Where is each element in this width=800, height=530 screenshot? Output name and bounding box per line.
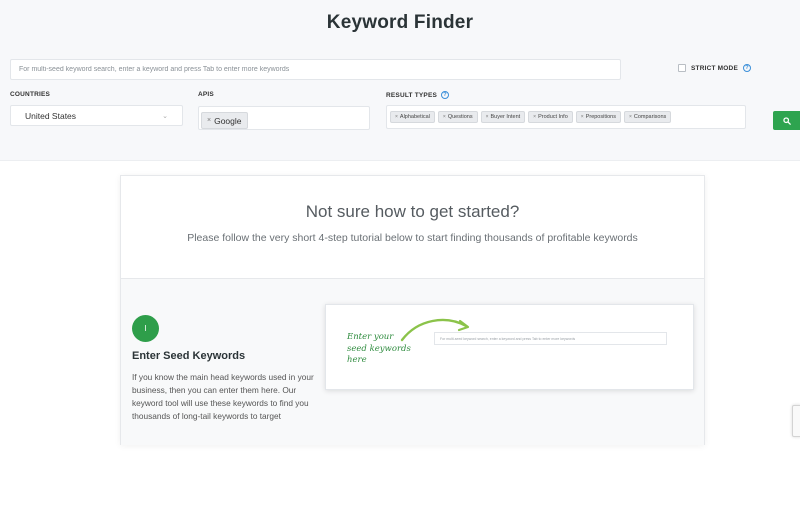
strict-mode-toggle[interactable]: STRICT MODE ? xyxy=(678,64,751,72)
apis-label-text: APIS xyxy=(198,91,214,98)
page-title: Keyword Finder xyxy=(326,12,474,33)
remove-tag-icon[interactable]: × xyxy=(443,114,446,120)
countries-label-text: COUNTRIES xyxy=(10,91,51,98)
result-type-tag[interactable]: × Product Info xyxy=(528,111,573,123)
search-panel: Keyword Finder STRICT MODE ? COUNTRIES U… xyxy=(0,0,800,161)
help-icon[interactable]: ? xyxy=(441,91,450,99)
tutorial-title: Not sure how to get started? xyxy=(305,202,520,221)
result-types-label-text: RESULT TYPES xyxy=(386,91,438,99)
api-tag[interactable]: × Google xyxy=(201,112,248,129)
search-icon xyxy=(782,116,791,125)
step-preview-image: Enter your seed keywords here For multi-… xyxy=(325,304,694,390)
result-type-label: Buyer Intent xyxy=(490,114,521,120)
result-type-label: Questions xyxy=(447,114,473,120)
apis-label: APIS xyxy=(198,91,214,98)
result-type-tag[interactable]: × Prepositions xyxy=(575,111,621,123)
seed-keyword-input[interactable] xyxy=(10,59,621,80)
tutorial-subtitle: Please follow the very short 4-step tuto… xyxy=(187,232,638,244)
handwriting-line: Enter your xyxy=(347,332,394,342)
result-types-multiselect[interactable]: × Alphabetical × Questions × Buyer Intent ×… xyxy=(386,105,746,129)
country-selected-value: United States xyxy=(25,110,77,121)
apis-multiselect[interactable]: × Google xyxy=(198,106,370,130)
remove-tag-icon[interactable]: × xyxy=(581,114,584,120)
recaptcha-badge[interactable] xyxy=(792,405,800,437)
result-type-tag[interactable]: × Alphabetical xyxy=(390,111,435,123)
tutorial-header: Not sure how to get started? Please foll… xyxy=(121,176,704,279)
result-type-tag[interactable]: × Comparisons xyxy=(623,111,672,123)
remove-tag-icon[interactable]: × xyxy=(207,117,211,124)
tutorial-step: I Enter Seed Keywords If you know the ma… xyxy=(121,279,704,445)
handwriting-line: seed keywords xyxy=(347,343,411,354)
result-type-tag[interactable]: × Questions xyxy=(437,111,478,123)
remove-tag-icon[interactable]: × xyxy=(395,114,398,120)
strict-mode-checkbox[interactable] xyxy=(678,64,686,72)
result-type-label: Product Info xyxy=(538,114,568,120)
result-type-label: Prepositions xyxy=(585,114,616,120)
help-icon[interactable]: ? xyxy=(742,64,751,72)
remove-tag-icon[interactable]: × xyxy=(486,114,489,120)
search-button[interactable] xyxy=(773,111,800,130)
step-title: Enter Seed Keywords xyxy=(132,350,246,362)
countries-label: COUNTRIES xyxy=(10,91,50,98)
preview-input: For multi-seed keyword search, enter a k… xyxy=(434,332,667,345)
result-type-tag[interactable]: × Buyer Intent xyxy=(480,111,526,123)
preview-handwriting: Enter your seed keywords here xyxy=(347,332,411,367)
api-tag-label: Google xyxy=(214,115,242,126)
remove-tag-icon[interactable]: × xyxy=(629,114,632,120)
result-type-label: Alphabetical xyxy=(399,114,430,120)
strict-mode-label: STRICT MODE xyxy=(691,64,738,72)
remove-tag-icon[interactable]: × xyxy=(533,114,536,120)
step-description: If you know the main head keywords used … xyxy=(132,372,314,421)
result-type-label: Comparisons xyxy=(633,114,667,120)
country-select[interactable]: United States ⌄ xyxy=(10,105,183,126)
tutorial-card: Not sure how to get started? Please foll… xyxy=(120,175,705,445)
handwriting-line: here xyxy=(347,355,367,365)
chevron-down-icon: ⌄ xyxy=(162,112,168,120)
result-types-label: RESULT TYPES ? xyxy=(386,91,450,99)
step-number-badge: I xyxy=(132,315,159,342)
